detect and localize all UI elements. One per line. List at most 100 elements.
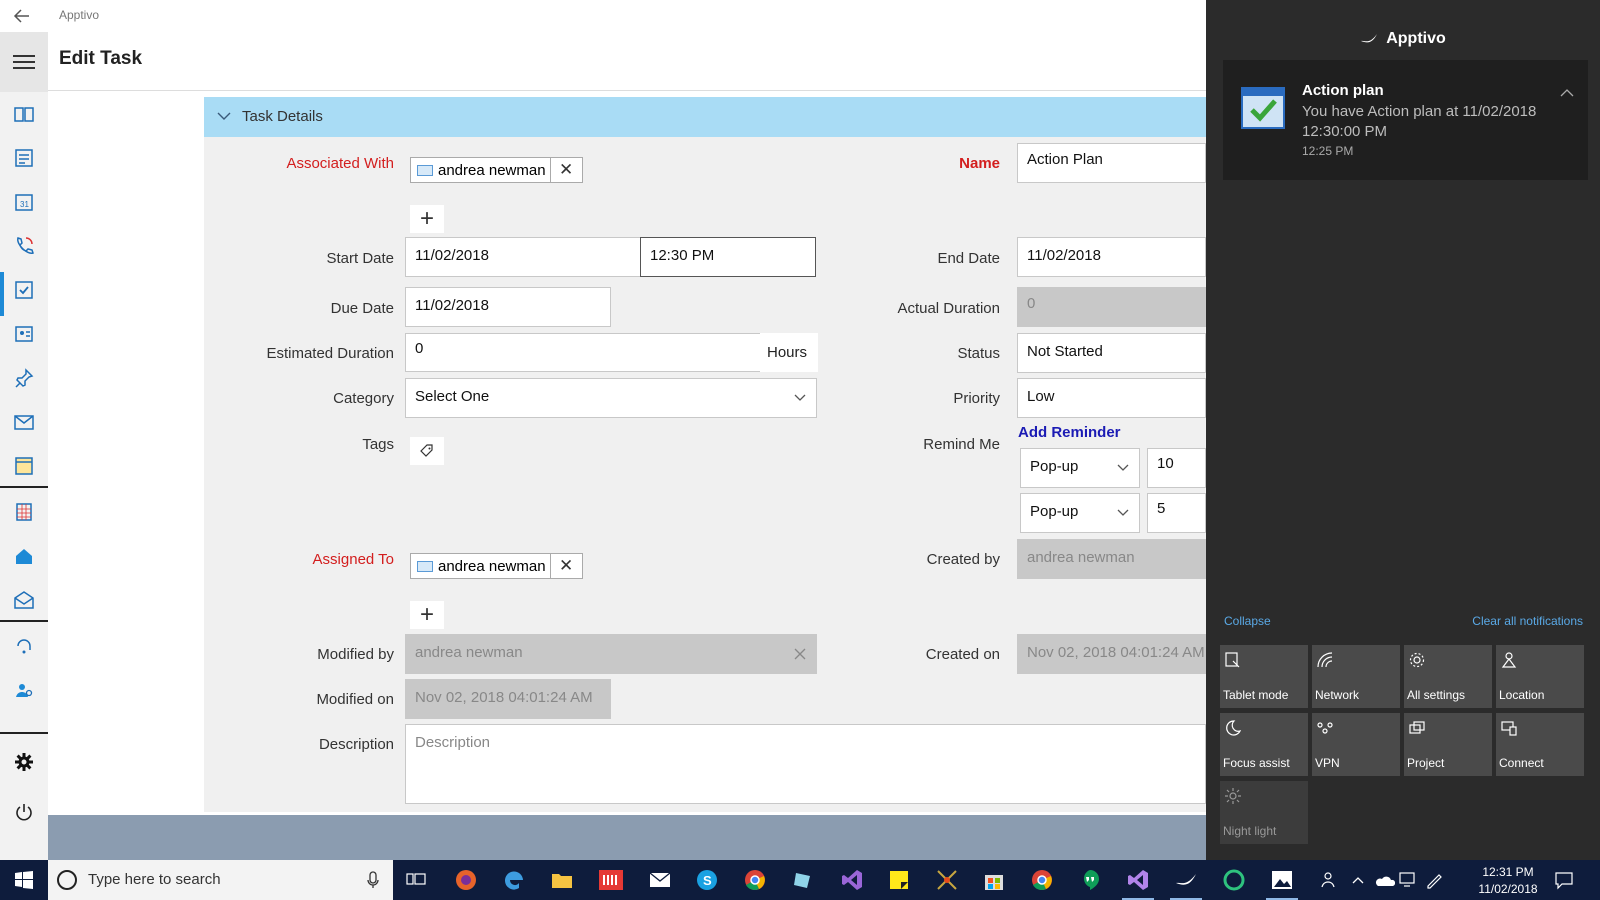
pen-icon[interactable] bbox=[1422, 868, 1446, 892]
notification-app-name: Apptivo bbox=[1386, 30, 1446, 47]
action-center-icon[interactable] bbox=[1552, 868, 1576, 892]
network-tray-icon[interactable] bbox=[1396, 868, 1420, 892]
quick-action-night-light[interactable]: Night light bbox=[1220, 781, 1308, 844]
tile-label: All settings bbox=[1407, 688, 1466, 702]
paint-3d-icon[interactable] bbox=[791, 868, 815, 892]
system-clock[interactable]: 12:31 PM 11/02/2018 bbox=[1474, 864, 1542, 898]
status-select[interactable]: Not Started bbox=[1017, 333, 1206, 373]
collapse-link[interactable]: Collapse bbox=[1224, 614, 1271, 628]
clear-all-notifications-link[interactable]: Clear all notifications bbox=[1472, 614, 1583, 628]
menu-button[interactable] bbox=[0, 32, 48, 92]
tags-label: Tags bbox=[362, 436, 394, 453]
app-circle-icon[interactable] bbox=[1222, 868, 1246, 892]
rail-divider bbox=[0, 620, 48, 622]
chrome-icon[interactable] bbox=[743, 868, 767, 892]
chrome-profile-icon[interactable] bbox=[1030, 868, 1054, 892]
estimated-duration-input[interactable]: 0 bbox=[405, 333, 761, 372]
firefox-icon[interactable] bbox=[454, 868, 478, 892]
quick-action-connect[interactable]: Connect bbox=[1496, 713, 1584, 776]
section-title: Task Details bbox=[242, 108, 323, 125]
remove-chip-button[interactable]: ✕ bbox=[551, 554, 582, 578]
start-button[interactable] bbox=[0, 860, 48, 900]
show-hidden-icons-icon[interactable] bbox=[1350, 868, 1366, 892]
spreadsheet-icon[interactable] bbox=[12, 500, 36, 524]
priority-select[interactable]: Low bbox=[1017, 378, 1206, 418]
section-header[interactable]: Task Details bbox=[204, 97, 1206, 137]
associated-with-chip[interactable]: andrea newman ✕ bbox=[410, 157, 583, 183]
quick-action-tablet-mode[interactable]: Tablet mode bbox=[1220, 645, 1308, 708]
back-button[interactable] bbox=[12, 6, 36, 26]
notes-icon[interactable] bbox=[12, 454, 36, 478]
file-explorer-icon[interactable] bbox=[550, 868, 574, 892]
quick-action-location[interactable]: Location bbox=[1496, 645, 1584, 708]
support-icon[interactable] bbox=[12, 634, 36, 658]
people-icon[interactable] bbox=[1318, 868, 1342, 892]
chevron-down-icon bbox=[1117, 509, 1129, 516]
reminder-value-input[interactable]: 10 bbox=[1147, 448, 1206, 488]
list-icon[interactable] bbox=[12, 146, 36, 170]
mail-open-icon[interactable] bbox=[12, 588, 36, 612]
quick-action-all-settings[interactable]: All settings bbox=[1404, 645, 1492, 708]
contact-card-icon[interactable] bbox=[12, 322, 36, 346]
quick-action-focus-assist[interactable]: Focus assist bbox=[1220, 713, 1308, 776]
edge-icon[interactable] bbox=[502, 868, 526, 892]
created-on-label: Created on bbox=[925, 646, 1000, 663]
description-textarea[interactable]: Description bbox=[405, 724, 1206, 804]
add-reminder-link[interactable]: Add Reminder bbox=[1018, 424, 1121, 441]
app-tile-icon[interactable] bbox=[599, 868, 623, 892]
start-date-input[interactable]: 11/02/2018 bbox=[405, 237, 641, 277]
task-check-icon[interactable] bbox=[12, 278, 36, 302]
modified-on-field: Nov 02, 2018 04:01:24 AM bbox=[405, 679, 611, 719]
reminder-value-input[interactable]: 5 bbox=[1147, 493, 1206, 533]
chevron-up-icon[interactable] bbox=[1560, 88, 1574, 98]
phone-icon[interactable] bbox=[12, 234, 36, 258]
end-date-input[interactable]: 11/02/2018 bbox=[1017, 237, 1206, 277]
sticky-notes-icon[interactable] bbox=[887, 868, 911, 892]
clear-icon[interactable] bbox=[794, 648, 806, 660]
rail-divider bbox=[0, 732, 48, 734]
mail-icon[interactable] bbox=[12, 410, 36, 434]
name-input[interactable]: Action Plan bbox=[1017, 143, 1206, 183]
photos-icon[interactable] bbox=[1270, 868, 1294, 892]
status-label: Status bbox=[957, 345, 1000, 362]
quick-action-vpn[interactable]: VPN bbox=[1312, 713, 1400, 776]
notification-card[interactable]: Action plan You have Action plan at 11/0… bbox=[1223, 60, 1588, 180]
tag-button[interactable] bbox=[410, 437, 444, 465]
category-select[interactable]: Select One bbox=[405, 378, 817, 418]
created-on-field: Nov 02, 2018 04:01:24 AM bbox=[1017, 634, 1206, 674]
visual-studio-icon[interactable] bbox=[840, 868, 864, 892]
store-icon[interactable] bbox=[982, 868, 1006, 892]
gear-icon[interactable] bbox=[12, 750, 36, 774]
add-associated-button[interactable]: + bbox=[410, 205, 444, 233]
microphone-icon[interactable] bbox=[367, 871, 379, 889]
visual-studio-2-icon[interactable] bbox=[1126, 868, 1150, 892]
estimated-duration-label: Estimated Duration bbox=[266, 345, 394, 362]
snipping-tool-icon[interactable] bbox=[935, 868, 959, 892]
calendar-icon[interactable]: 31 bbox=[12, 190, 36, 214]
taskbar-search[interactable]: Type here to search bbox=[48, 860, 393, 900]
onedrive-icon[interactable] bbox=[1372, 868, 1396, 892]
quick-action-network[interactable]: Network bbox=[1312, 645, 1400, 708]
start-time-input[interactable]: 12:30 PM bbox=[640, 237, 816, 277]
task-view-icon[interactable] bbox=[404, 868, 428, 892]
clock-time: 12:31 PM bbox=[1482, 865, 1534, 879]
home-icon[interactable] bbox=[12, 544, 36, 568]
pin-icon[interactable] bbox=[12, 366, 36, 390]
remove-chip-button[interactable]: ✕ bbox=[551, 158, 582, 182]
assigned-to-chip[interactable]: andrea newman ✕ bbox=[410, 553, 583, 579]
user-settings-icon[interactable] bbox=[12, 678, 36, 702]
hangouts-icon[interactable] bbox=[1078, 868, 1102, 892]
notification-app-header: Apptivo bbox=[1206, 30, 1600, 48]
focus-assist-icon bbox=[1226, 720, 1242, 736]
modified-on-label: Modified on bbox=[316, 691, 394, 708]
power-icon[interactable] bbox=[12, 800, 36, 824]
due-date-input[interactable]: 11/02/2018 bbox=[405, 287, 611, 327]
mail-app-icon[interactable] bbox=[648, 868, 672, 892]
book-icon[interactable] bbox=[12, 102, 36, 126]
apptivo-taskbar-icon[interactable] bbox=[1174, 868, 1198, 892]
reminder-type-select[interactable]: Pop-up bbox=[1020, 493, 1140, 533]
skype-icon[interactable]: S bbox=[695, 868, 719, 892]
add-assignee-button[interactable]: + bbox=[410, 601, 444, 629]
quick-action-project[interactable]: Project bbox=[1404, 713, 1492, 776]
reminder-type-select[interactable]: Pop-up bbox=[1020, 448, 1140, 488]
